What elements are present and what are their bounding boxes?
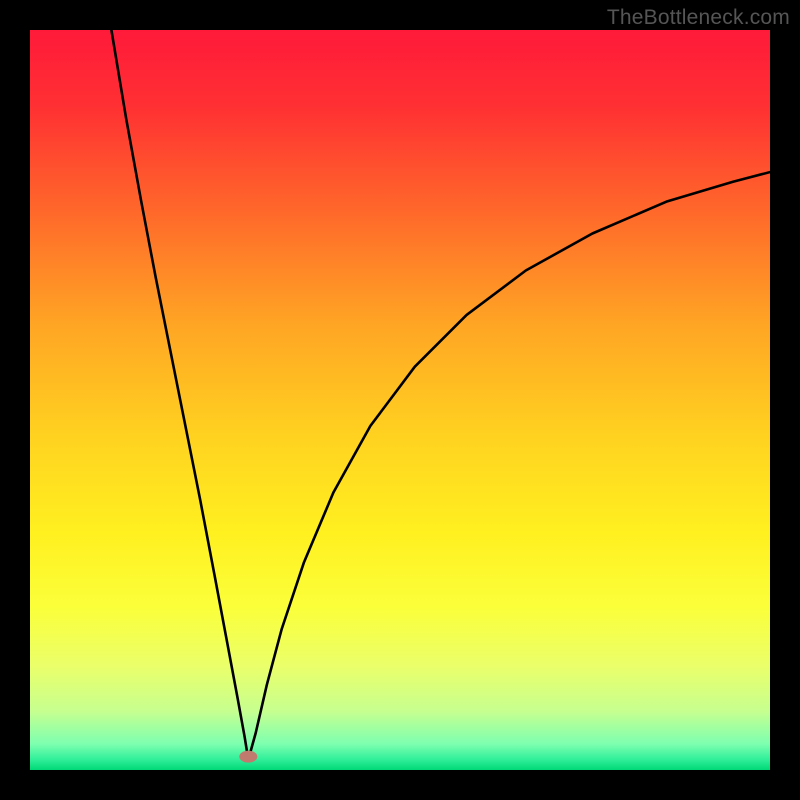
chart-frame: TheBottleneck.com (0, 0, 800, 800)
series-left-branch (111, 30, 248, 760)
plot-area (30, 30, 770, 770)
chart-curves (30, 30, 770, 770)
series-right-branch (248, 172, 770, 760)
marker-dot (239, 751, 257, 763)
watermark-text: TheBottleneck.com (607, 6, 790, 30)
